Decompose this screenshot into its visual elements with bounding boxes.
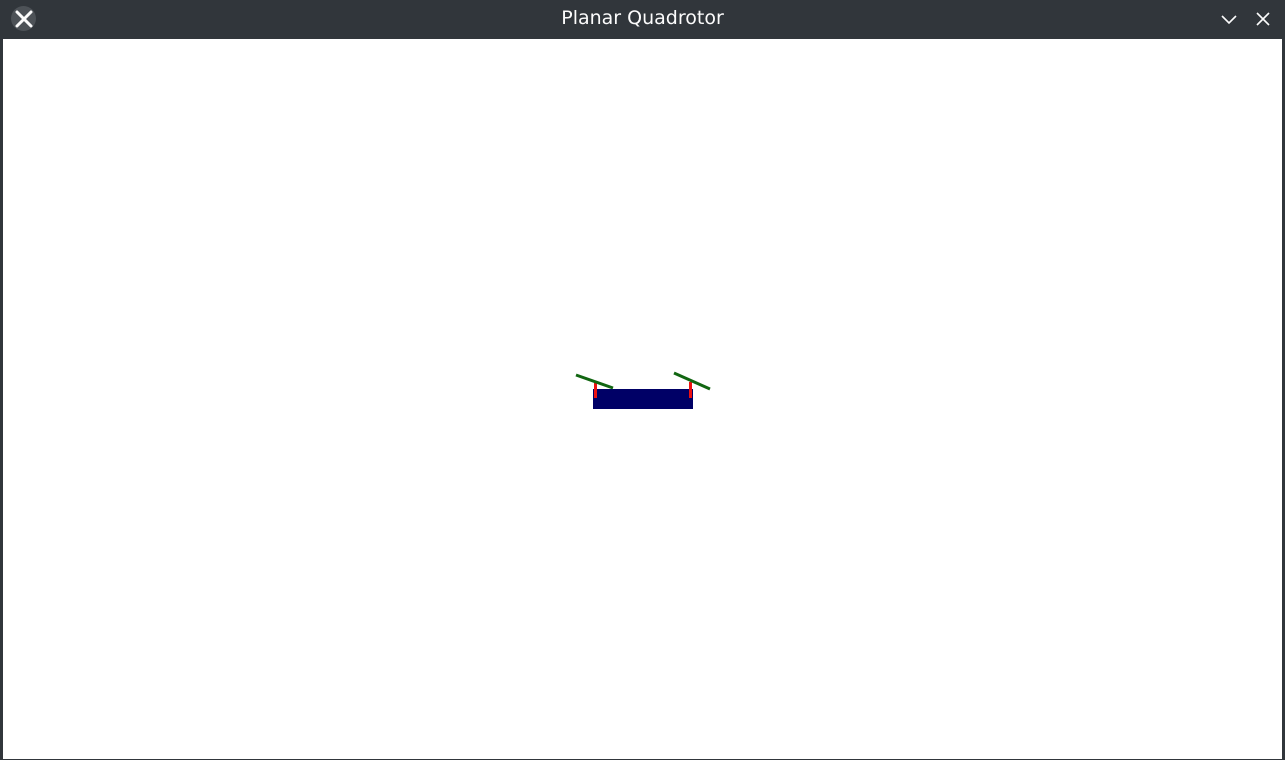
- left-arm: [594, 383, 597, 398]
- application-window: Planar Quadrotor: [0, 0, 1285, 760]
- chevron-down-icon: [1221, 15, 1237, 25]
- quadrotor-scene: [575, 371, 711, 409]
- x-logo-icon[interactable]: [11, 6, 36, 31]
- title-bar[interactable]: Planar Quadrotor: [0, 0, 1285, 38]
- quadrotor-body: [593, 389, 693, 409]
- right-arm: [689, 382, 692, 398]
- simulation-canvas[interactable]: [3, 39, 1282, 759]
- window-title: Planar Quadrotor: [561, 7, 724, 29]
- minimize-button[interactable]: [1217, 7, 1241, 31]
- close-icon: [1256, 12, 1270, 26]
- quadrotor: [575, 371, 711, 409]
- close-button[interactable]: [1251, 7, 1275, 31]
